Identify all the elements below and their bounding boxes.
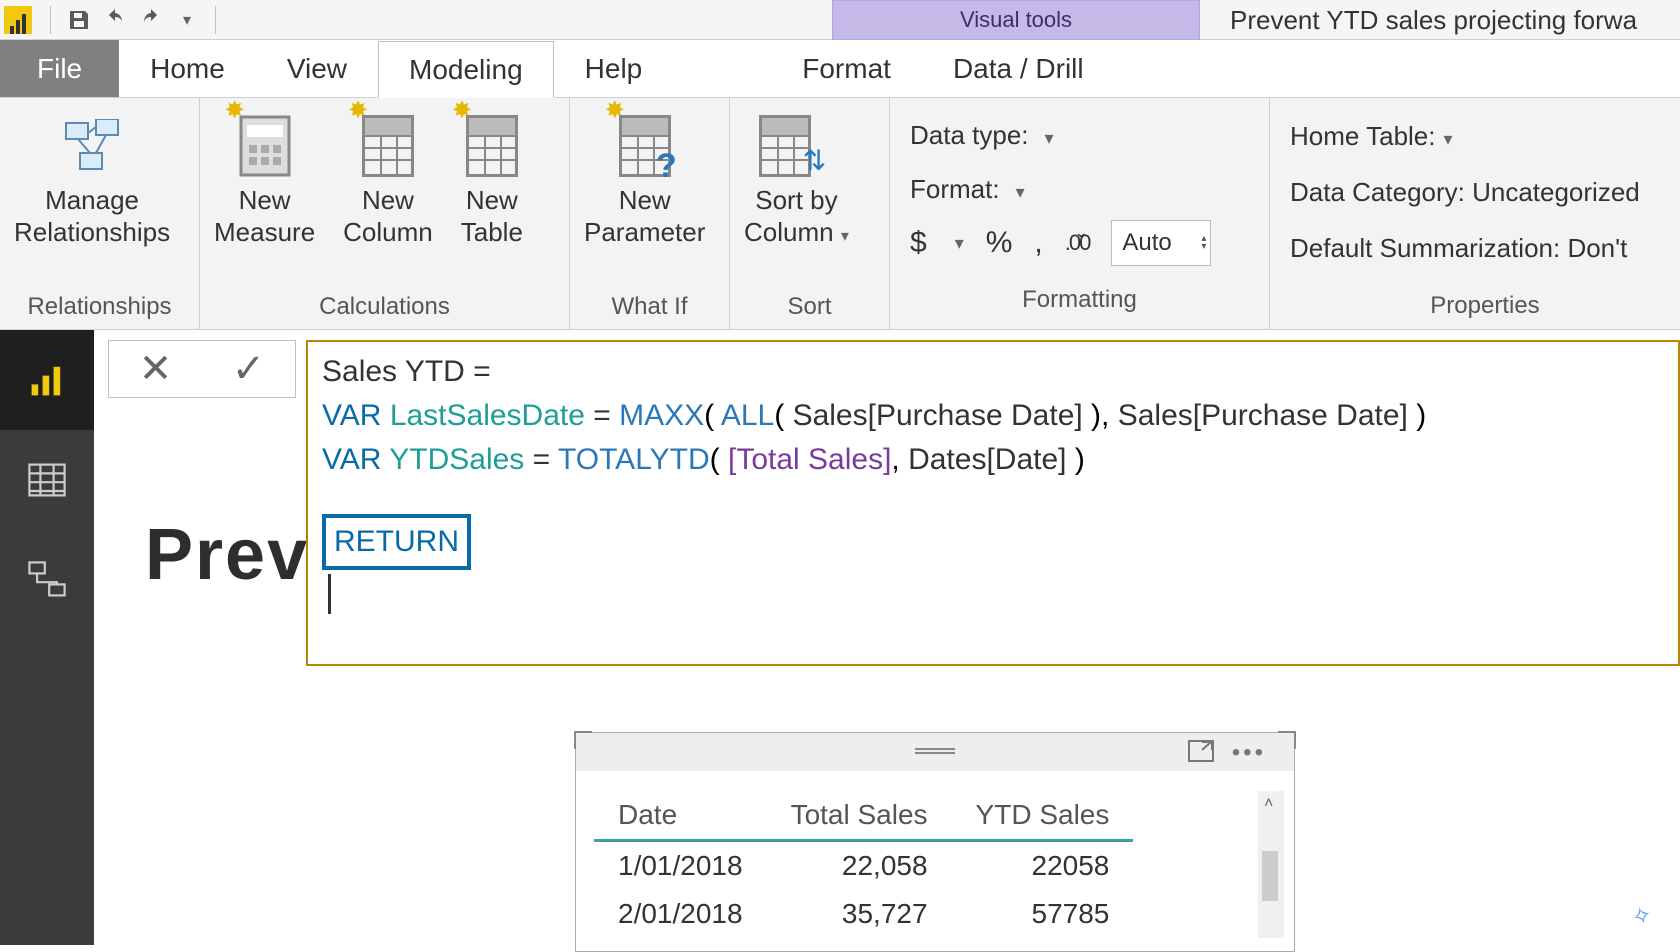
formula-cancel-button[interactable]: ✕ xyxy=(109,346,202,392)
sort-by-column-label: Sort by Column ▾ xyxy=(744,184,849,253)
tab-file[interactable]: File xyxy=(0,40,119,97)
document-title: Prevent YTD sales projecting forwa xyxy=(1230,0,1637,40)
qat-divider xyxy=(50,6,51,34)
background-heading: Prev xyxy=(145,514,309,596)
group-properties-label: Properties xyxy=(1290,286,1680,328)
data-table: Date Total Sales YTD Sales 1/01/201822,0… xyxy=(594,791,1133,938)
default-summarization-label: Default Summarization: Don't xyxy=(1290,233,1627,264)
group-sort-label: Sort xyxy=(730,287,889,329)
tab-view[interactable]: View xyxy=(256,40,378,97)
model-view-button[interactable] xyxy=(0,530,94,630)
data-view-button[interactable] xyxy=(0,430,94,530)
save-button[interactable] xyxy=(61,2,97,38)
new-table-button[interactable]: New Table xyxy=(447,104,537,248)
report-view-button[interactable] xyxy=(0,330,94,430)
col-header-date[interactable]: Date xyxy=(594,791,767,841)
col-header-total-sales[interactable]: Total Sales xyxy=(767,791,952,841)
scroll-thumb[interactable] xyxy=(1262,851,1278,901)
ribbon-tabs: File Home View Modeling Help Format Data… xyxy=(0,40,1680,98)
ribbon: Manage Relationships Relationships New M… xyxy=(0,98,1680,330)
app-logo-icon xyxy=(4,6,32,34)
scroll-up-icon[interactable]: ˄ xyxy=(1264,795,1273,813)
format-label: Format: xyxy=(910,174,1000,205)
contextual-tab-header: Visual tools xyxy=(832,0,1200,40)
table-row: 1/01/201822,05822058 xyxy=(594,841,1133,891)
new-column-button[interactable]: New Column xyxy=(329,104,447,248)
more-options-icon[interactable]: ••• xyxy=(1232,739,1266,767)
tab-home[interactable]: Home xyxy=(119,40,256,97)
new-measure-label: New Measure xyxy=(214,184,315,248)
datatype-dropdown[interactable] xyxy=(1039,120,1054,151)
table-visual[interactable]: ••• Date Total Sales YTD Sales 1/01/2018… xyxy=(575,732,1295,952)
table-row: 2/01/201835,72757785 xyxy=(594,890,1133,938)
formula-commit-button[interactable]: ✓ xyxy=(202,346,295,392)
scrollbar[interactable]: ˄ xyxy=(1258,791,1284,938)
new-parameter-button[interactable]: ? New Parameter xyxy=(570,104,719,248)
currency-dropdown[interactable] xyxy=(949,233,964,254)
group-whatif-label: What If xyxy=(570,287,729,329)
manage-relationships-label: Manage Relationships xyxy=(14,184,170,248)
visual-header: ••• xyxy=(576,733,1294,771)
new-column-label: New Column xyxy=(343,184,433,248)
return-autocomplete-token[interactable]: RETURN xyxy=(322,514,471,570)
data-category-label: Data Category: Uncategorized xyxy=(1290,177,1640,208)
focus-mode-icon[interactable] xyxy=(1188,740,1214,767)
tab-format[interactable]: Format xyxy=(771,40,922,97)
datatype-label: Data type: xyxy=(910,120,1029,151)
qat-customize-dropdown[interactable]: ▾ xyxy=(169,2,205,38)
col-header-ytd-sales[interactable]: YTD Sales xyxy=(952,791,1134,841)
currency-button[interactable]: $ xyxy=(910,226,927,260)
watermark-icon: ✧ xyxy=(1628,900,1656,934)
percent-button[interactable]: % xyxy=(986,226,1013,260)
tab-help[interactable]: Help xyxy=(554,40,674,97)
formula-bar-controls: ✕ ✓ xyxy=(108,340,296,398)
home-table-dropdown[interactable] xyxy=(1436,121,1453,152)
manage-relationships-button[interactable]: Manage Relationships xyxy=(0,104,184,248)
view-rail xyxy=(0,330,94,945)
new-measure-button[interactable]: New Measure xyxy=(200,104,329,248)
decimal-places-input[interactable]: Auto ▴▾ xyxy=(1111,220,1211,266)
new-parameter-label: New Parameter xyxy=(584,184,705,248)
sort-by-column-button[interactable]: ⇅ Sort by Column ▾ xyxy=(730,104,863,253)
tab-modeling[interactable]: Modeling xyxy=(378,41,554,98)
decimals-icon: .0̌0 xyxy=(1065,230,1090,256)
home-table-label: Home Table: xyxy=(1290,121,1436,152)
new-table-label: New Table xyxy=(461,184,523,248)
group-relationships-label: Relationships xyxy=(0,287,199,329)
drag-grip-icon[interactable] xyxy=(915,748,955,756)
thousands-button[interactable]: , xyxy=(1034,226,1042,260)
formula-editor[interactable]: Sales YTD = VAR LastSalesDate = MAXX( AL… xyxy=(306,340,1680,666)
qat-divider-2 xyxy=(215,6,216,34)
group-formatting-label: Formatting xyxy=(910,280,1249,322)
tab-data-drill[interactable]: Data / Drill xyxy=(922,40,1115,97)
group-calculations-label: Calculations xyxy=(200,287,569,329)
format-dropdown[interactable] xyxy=(1010,174,1025,205)
undo-button[interactable] xyxy=(97,2,133,38)
text-cursor xyxy=(328,574,331,614)
redo-button[interactable] xyxy=(133,2,169,38)
